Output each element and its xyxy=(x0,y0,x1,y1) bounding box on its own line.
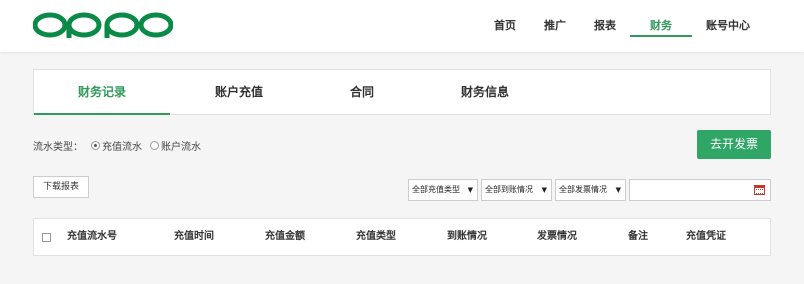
dropdown-arrow-icon: ▼ xyxy=(615,186,621,194)
radio-account-flow[interactable]: 账户流水 xyxy=(150,138,201,153)
col-arrival-status: 到账情况 xyxy=(447,231,487,242)
col-recharge-amount: 充值金额 xyxy=(265,231,305,242)
invoice-status-select[interactable]: 全部发票情况 ▼ xyxy=(555,179,626,201)
flow-type-filter: 流水类型： 充值流水 账户流水 xyxy=(33,138,201,153)
arrival-status-select[interactable]: 全部到账情况 ▼ xyxy=(481,179,552,201)
radio-unchecked-icon[interactable] xyxy=(150,140,159,150)
nav-promotion[interactable]: 推广 xyxy=(530,0,580,52)
issue-invoice-button[interactable]: 去开发票 xyxy=(697,130,771,159)
dropdown-arrow-icon: ▼ xyxy=(467,186,473,194)
col-recharge-serial: 充值流水号 xyxy=(67,231,117,242)
date-range-input[interactable] xyxy=(629,179,771,201)
tab-finance-info[interactable]: 财务信息 xyxy=(450,70,520,114)
col-invoice-status: 发票情况 xyxy=(537,231,577,242)
calendar-icon[interactable] xyxy=(754,185,765,195)
col-recharge-voucher: 充值凭证 xyxy=(686,231,726,242)
download-report-button[interactable]: 下载报表 xyxy=(33,176,89,198)
top-nav: 首页 推广 报表 财务 账号中心 xyxy=(480,0,764,52)
nav-finance[interactable]: 财务 xyxy=(630,0,692,52)
dropdown-arrow-icon: ▼ xyxy=(541,186,547,194)
radio-account-flow-label: 账户流水 xyxy=(161,141,201,153)
nav-account-center[interactable]: 账号中心 xyxy=(692,0,764,52)
nav-reports[interactable]: 报表 xyxy=(580,0,630,52)
select-all-checkbox[interactable] xyxy=(42,233,51,242)
radio-checked-icon[interactable] xyxy=(91,140,100,150)
tab-account-recharge[interactable]: 账户充值 xyxy=(204,70,274,114)
invoice-status-value: 全部发票情况 xyxy=(559,185,607,194)
recharge-type-select[interactable]: 全部充值类型 ▼ xyxy=(408,179,478,201)
col-remark: 备注 xyxy=(628,231,648,242)
flow-type-label: 流水类型： xyxy=(33,141,83,153)
records-table-header: 充值流水号 充值时间 充值金额 充值类型 到账情况 发票情况 备注 充值凭证 xyxy=(33,218,771,256)
oppo-logo[interactable] xyxy=(33,12,173,38)
top-bar: 首页 推广 报表 财务 账号中心 xyxy=(0,0,804,52)
tab-contract[interactable]: 合同 xyxy=(334,70,390,114)
nav-home[interactable]: 首页 xyxy=(480,0,530,52)
col-recharge-type: 充值类型 xyxy=(356,231,396,242)
tab-finance-records[interactable]: 财务记录 xyxy=(34,70,170,115)
col-recharge-time: 充值时间 xyxy=(174,231,214,242)
arrival-status-value: 全部到账情况 xyxy=(485,185,533,194)
finance-tabs: 财务记录 账户充值 合同 财务信息 xyxy=(33,69,771,115)
recharge-type-value: 全部充值类型 xyxy=(412,185,460,194)
radio-recharge-flow-label: 充值流水 xyxy=(102,141,142,153)
radio-recharge-flow[interactable]: 充值流水 xyxy=(91,138,142,153)
